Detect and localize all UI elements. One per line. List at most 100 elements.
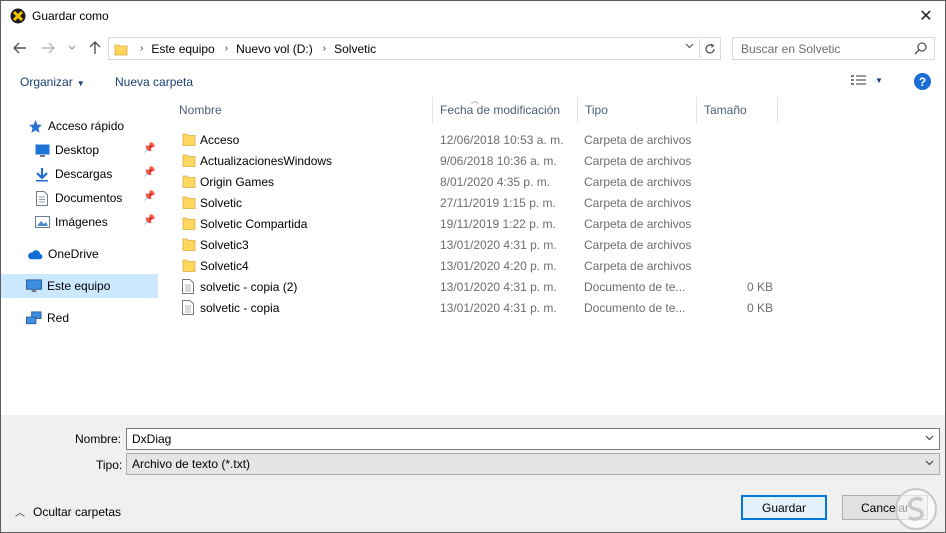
- refresh-icon: [704, 42, 715, 54]
- pictures-icon: [34, 214, 50, 230]
- file-type: Documento de te...: [584, 301, 686, 315]
- column-header-label: Tamaño: [704, 103, 747, 117]
- caret-down-icon: ▼: [875, 75, 883, 85]
- refresh-button[interactable]: [699, 39, 719, 58]
- folder-icon: [182, 258, 196, 273]
- file-row[interactable]: Solvetic Compartida 19/11/2019 1:22 p. m.…: [173, 213, 793, 234]
- nav-item-label: Este equipo: [47, 279, 111, 293]
- search-icon: [914, 42, 927, 55]
- chevron-down-icon[interactable]: [925, 433, 934, 444]
- arrow-up-icon: [89, 41, 101, 54]
- column-header-size[interactable]: Tamaño: [698, 97, 778, 123]
- pin-icon: 📌: [143, 143, 156, 154]
- breadcrumb-item[interactable]: Nuevo vol (D:): [236, 42, 313, 56]
- close-icon: ✕: [919, 8, 933, 25]
- search-input[interactable]: Buscar en Solvetic: [732, 37, 935, 60]
- desktop-folder-icon: [34, 142, 50, 158]
- address-bar[interactable]: › Este equipo › Nuevo vol (D:) › Solveti…: [108, 37, 721, 60]
- nav-item-onedrive[interactable]: OneDrive: [1, 242, 158, 266]
- nav-item-label: Descargas: [55, 167, 113, 181]
- text-file-icon: [182, 300, 196, 315]
- nav-item-documents[interactable]: Documentos 📌: [1, 186, 158, 210]
- file-row[interactable]: solvetic - copia (2) 13/01/2020 4:31 p. m…: [173, 276, 793, 297]
- nav-item-label: Acceso rápido: [48, 119, 125, 133]
- new-folder-button[interactable]: Nueva carpeta: [115, 75, 193, 89]
- folder-icon: [114, 44, 128, 55]
- file-row[interactable]: Acceso 12/06/2018 10:53 a. m. Carpeta de a…: [173, 129, 793, 150]
- hide-folders-toggle[interactable]: ︿ Ocultar carpetas: [15, 504, 121, 520]
- nav-item-quick-access[interactable]: Acceso rápido: [1, 114, 158, 138]
- up-button[interactable]: [86, 38, 104, 58]
- file-name: Origin Games: [200, 175, 275, 189]
- nav-item-label: Imágenes: [55, 215, 108, 229]
- column-header-type[interactable]: Tipo: [579, 97, 697, 123]
- file-type: Documento de te...: [584, 280, 686, 294]
- pin-icon: 📌: [143, 167, 156, 178]
- file-row[interactable]: Solvetic4 13/01/2020 4:20 p. m. Carpeta de…: [173, 255, 793, 276]
- file-size: 0 KB: [747, 301, 774, 315]
- chevron-right-icon: ›: [140, 43, 144, 54]
- arrow-left-icon: [13, 42, 26, 54]
- file-type: Carpeta de archivos: [584, 154, 692, 168]
- file-type: Carpeta de archivos: [584, 196, 692, 210]
- document-icon: [34, 190, 50, 206]
- file-row[interactable]: solvetic - copia 13/01/2020 4:31 p. m. Doc…: [173, 297, 793, 318]
- cloud-icon: [27, 246, 43, 262]
- file-row[interactable]: Origin Games 8/01/2020 4:35 p. m. Carpeta …: [173, 171, 793, 192]
- file-type: Carpeta de archivos: [584, 133, 692, 147]
- column-header-label: Fecha de modificación: [440, 103, 561, 117]
- file-row[interactable]: Solvetic 27/11/2019 1:15 p. m. Carpeta de …: [173, 192, 793, 213]
- nav-item-desktop[interactable]: Desktop 📌: [1, 138, 158, 162]
- file-name-input[interactable]: DxDiag: [126, 428, 940, 450]
- organize-menu[interactable]: Organizar ▼: [20, 75, 85, 89]
- pin-icon: 📌: [143, 215, 156, 226]
- file-modified: 12/06/2018 10:53 a. m.: [440, 133, 564, 147]
- column-header-modified[interactable]: Fecha de modificación: [434, 97, 578, 123]
- nav-item-downloads[interactable]: Descargas 📌: [1, 162, 158, 186]
- folder-icon: [182, 132, 196, 147]
- nav-item-network[interactable]: Red: [1, 306, 158, 330]
- star-icon: [27, 118, 43, 134]
- file-type-select[interactable]: Archivo de texto (*.txt): [126, 453, 940, 475]
- back-button[interactable]: [11, 38, 29, 58]
- breadcrumb-item[interactable]: Este equipo: [151, 42, 214, 56]
- title-bar: Guardar como ✕: [1, 1, 945, 32]
- chevron-up-icon: ︿: [15, 508, 25, 519]
- column-header-name[interactable]: Nombre: [173, 97, 433, 123]
- network-icon: [26, 310, 42, 326]
- help-button[interactable]: ?: [914, 73, 931, 90]
- file-type: Carpeta de archivos: [584, 175, 692, 189]
- download-icon: [34, 166, 50, 182]
- breadcrumb: › Este equipo › Nuevo vol (D:) › Solveti…: [134, 42, 376, 56]
- forward-button[interactable]: [39, 38, 57, 58]
- file-type-label: Tipo:: [96, 458, 123, 472]
- nav-item-this-pc[interactable]: Este equipo: [1, 274, 158, 298]
- nav-item-label: Documentos: [55, 191, 123, 205]
- view-options-button[interactable]: ▼: [851, 74, 883, 86]
- chevron-right-icon: ›: [224, 43, 229, 54]
- file-name: Solvetic Compartida: [200, 217, 308, 231]
- file-name: Solvetic: [200, 196, 243, 210]
- file-row[interactable]: Solvetic3 13/01/2020 4:31 p. m. Carpeta de…: [173, 234, 793, 255]
- file-list: ︿ Nombre Fecha de modificación Tipo Tama…: [173, 96, 945, 415]
- pin-icon: 📌: [143, 191, 156, 202]
- save-as-dialog: Guardar como ✕ › Este equipo › Nuevo vol…: [0, 0, 946, 533]
- file-modified: 9/06/2018 10:36 a. m.: [440, 154, 557, 168]
- search-placeholder: Buscar en Solvetic: [741, 41, 841, 56]
- save-button-label: Guardar: [761, 500, 807, 515]
- details-view-icon: [851, 75, 866, 85]
- file-type: Carpeta de archivos: [584, 217, 692, 231]
- file-modified: 19/11/2019 1:22 p. m.: [440, 217, 556, 231]
- recent-locations-button[interactable]: [65, 38, 79, 58]
- file-name: ActualizacionesWindows: [200, 154, 333, 168]
- file-modified: 8/01/2020 4:35 p. m.: [440, 175, 551, 189]
- save-button[interactable]: Guardar: [741, 495, 827, 520]
- file-row[interactable]: ActualizacionesWindows 9/06/2018 10:36 a.…: [173, 150, 793, 171]
- nav-item-pictures[interactable]: Imágenes 📌: [1, 210, 158, 234]
- file-type: Carpeta de archivos: [584, 259, 692, 273]
- window-title: Guardar como: [32, 9, 109, 23]
- close-button[interactable]: ✕: [911, 5, 941, 27]
- address-dropdown-icon[interactable]: [685, 41, 694, 52]
- file-name-value: DxDiag: [132, 432, 172, 446]
- breadcrumb-item[interactable]: Solvetic: [334, 42, 376, 56]
